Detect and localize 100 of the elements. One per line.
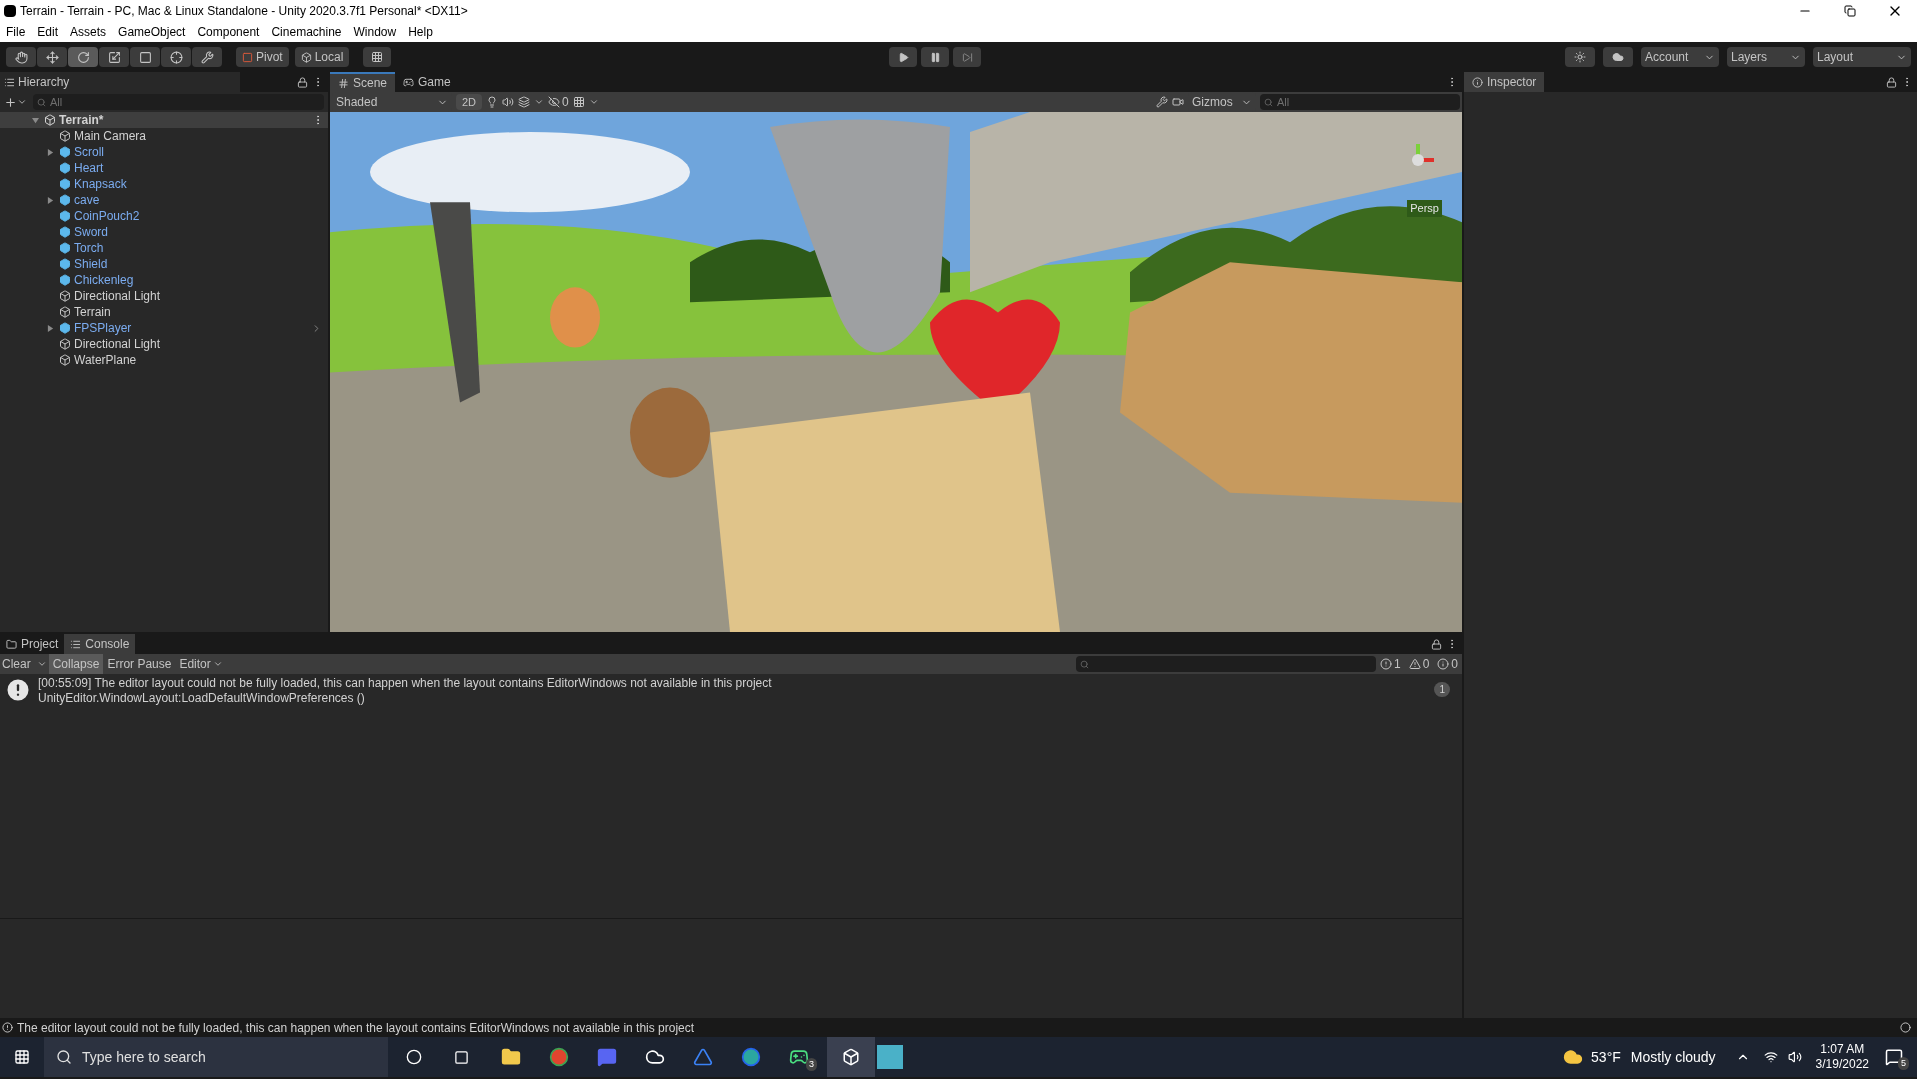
tool-button[interactable] xyxy=(6,47,36,67)
object-name: Scroll xyxy=(74,144,104,161)
scene-name: Terrain* xyxy=(59,112,104,129)
caret-icon[interactable] xyxy=(534,97,545,107)
lock-icon[interactable] xyxy=(297,76,308,88)
layers-dropdown[interactable]: Layers xyxy=(1727,47,1805,67)
hierarchy-item[interactable]: Terrain xyxy=(0,304,328,320)
layout-dropdown[interactable]: Layout xyxy=(1813,47,1911,67)
gamepad-icon[interactable] xyxy=(789,1047,809,1067)
tools-icon[interactable] xyxy=(1156,96,1168,108)
volume-icon[interactable] xyxy=(1787,1050,1802,1064)
hierarchy-item[interactable]: Shield xyxy=(0,256,328,272)
hierarchy-tab[interactable]: Hierarchy xyxy=(0,72,240,92)
file-explorer-icon[interactable] xyxy=(501,1047,521,1067)
notifications-icon[interactable] xyxy=(1885,1048,1903,1066)
hierarchy-item[interactable]: Directional Light xyxy=(0,336,328,352)
menu-item[interactable]: Component xyxy=(191,23,266,41)
error-pause-toggle[interactable]: Error Pause xyxy=(103,654,176,674)
play-button[interactable] xyxy=(889,47,918,67)
pivot-button[interactable]: Pivot xyxy=(236,47,289,67)
effects-icon[interactable] xyxy=(518,96,531,108)
cloud-button[interactable] xyxy=(1603,47,1633,67)
chat-app-icon[interactable] xyxy=(597,1047,617,1067)
menu-item[interactable]: Edit xyxy=(31,23,65,41)
panel-tab[interactable]: Project xyxy=(0,634,65,654)
search-field[interactable]: All xyxy=(1260,94,1460,110)
scene-row[interactable]: Terrain* xyxy=(0,112,328,128)
taskbar-search-field[interactable]: Type here to search xyxy=(44,1037,388,1077)
mode-2d-button[interactable]: 2D xyxy=(456,93,483,111)
warning-icon xyxy=(1408,658,1421,670)
tool-button[interactable] xyxy=(68,47,98,67)
hierarchy-item[interactable]: Main Camera xyxy=(0,128,328,144)
audio-icon[interactable] xyxy=(502,96,515,108)
hierarchy-item[interactable]: Chickenleg xyxy=(0,272,328,288)
clock-time[interactable]: 1:07 AM xyxy=(1820,1042,1865,1057)
expand-arrow-icon[interactable] xyxy=(47,196,54,204)
weather-text: Mostly cloudy xyxy=(1630,1047,1716,1067)
editor-dropdown[interactable]: Editor xyxy=(175,655,227,673)
panel-tab[interactable]: Console xyxy=(64,634,136,654)
panel-tab[interactable]: Scene xyxy=(330,72,396,92)
account-dropdown[interactable]: Account xyxy=(1641,47,1719,67)
clock-date[interactable]: 3/19/2022 xyxy=(1815,1057,1869,1072)
hierarchy-item[interactable]: Heart xyxy=(0,160,328,176)
step-button[interactable] xyxy=(953,47,982,67)
add-button[interactable] xyxy=(4,95,27,109)
camera-icon[interactable] xyxy=(1172,96,1184,108)
log-entry[interactable]: [00:55:09] The editor layout could not be fully loaded, this can happen when the layout contains EditorWindows not available in this project UnityEditor.WindowLayout:LoadDefaultWindowPreferences () 1 xyxy=(0,674,1462,708)
hierarchy-item[interactable]: FPSPlayer xyxy=(0,320,328,336)
eye-off-icon xyxy=(548,96,561,108)
expand-arrow-icon[interactable] xyxy=(32,116,39,124)
search-field[interactable]: All xyxy=(33,94,324,110)
collapse-toggle[interactable]: Collapse xyxy=(48,654,104,674)
local-button[interactable]: Local xyxy=(294,47,350,67)
cloud-icon xyxy=(1612,51,1624,63)
info-icon xyxy=(1437,658,1450,670)
pause-button[interactable] xyxy=(921,47,950,67)
log-count-toggle[interactable]: 0 xyxy=(1433,655,1462,673)
log-count-toggle[interactable]: 1 xyxy=(1375,655,1405,673)
hierarchy-item[interactable]: Sword xyxy=(0,224,328,240)
menu-item[interactable]: Cinemachine xyxy=(265,23,348,41)
lock-icon[interactable] xyxy=(1886,76,1897,88)
collab-button[interactable] xyxy=(1565,47,1595,67)
menu-item[interactable]: File xyxy=(0,23,32,41)
hierarchy-item[interactable]: Scroll xyxy=(0,144,328,160)
tool-button[interactable] xyxy=(99,47,129,67)
menu-item[interactable]: Help xyxy=(402,23,439,41)
hierarchy-item[interactable]: Torch xyxy=(0,240,328,256)
hierarchy-item[interactable]: Directional Light xyxy=(0,288,328,304)
expand-arrow-icon[interactable] xyxy=(47,148,54,156)
grid-snap-button[interactable] xyxy=(363,47,392,67)
hidden-objects-button[interactable]: 0 xyxy=(548,93,569,111)
clear-button[interactable]: Clear xyxy=(0,655,49,673)
panel-tab[interactable]: Game xyxy=(395,72,459,92)
scale-icon xyxy=(107,50,121,64)
taskbar-app-button[interactable] xyxy=(827,1037,875,1077)
log-count-toggle[interactable]: 0 xyxy=(1404,655,1434,673)
caret-icon[interactable] xyxy=(588,97,599,107)
grid-icon[interactable] xyxy=(572,96,585,108)
expand-arrow-icon[interactable] xyxy=(47,324,54,332)
menu-item[interactable]: Window xyxy=(347,23,403,41)
menu-item[interactable]: Assets xyxy=(64,23,113,41)
search-field[interactable] xyxy=(1075,656,1376,672)
tool-button[interactable] xyxy=(130,47,160,67)
hierarchy-item[interactable]: cave xyxy=(0,192,328,208)
lighting-icon[interactable] xyxy=(486,96,499,108)
hierarchy-item[interactable]: WaterPlane xyxy=(0,352,328,368)
perspective-label: Persp xyxy=(1407,200,1442,217)
caret-icon xyxy=(17,97,27,107)
hierarchy-item[interactable]: Knapsack xyxy=(0,176,328,192)
menu-item[interactable]: GameObject xyxy=(112,23,192,41)
tool-button[interactable] xyxy=(37,47,67,67)
app-icon[interactable] xyxy=(693,1047,713,1067)
tool-button[interactable] xyxy=(192,47,222,67)
cube-icon xyxy=(300,51,312,63)
lock-icon[interactable] xyxy=(1431,638,1442,650)
tool-button[interactable] xyxy=(161,47,191,67)
hierarchy-item[interactable]: CoinPouch2 xyxy=(0,208,328,224)
inspector-tab[interactable]: Inspector xyxy=(1464,72,1545,92)
object-name: Chickenleg xyxy=(74,272,134,289)
network-icon[interactable] xyxy=(1763,1050,1778,1064)
